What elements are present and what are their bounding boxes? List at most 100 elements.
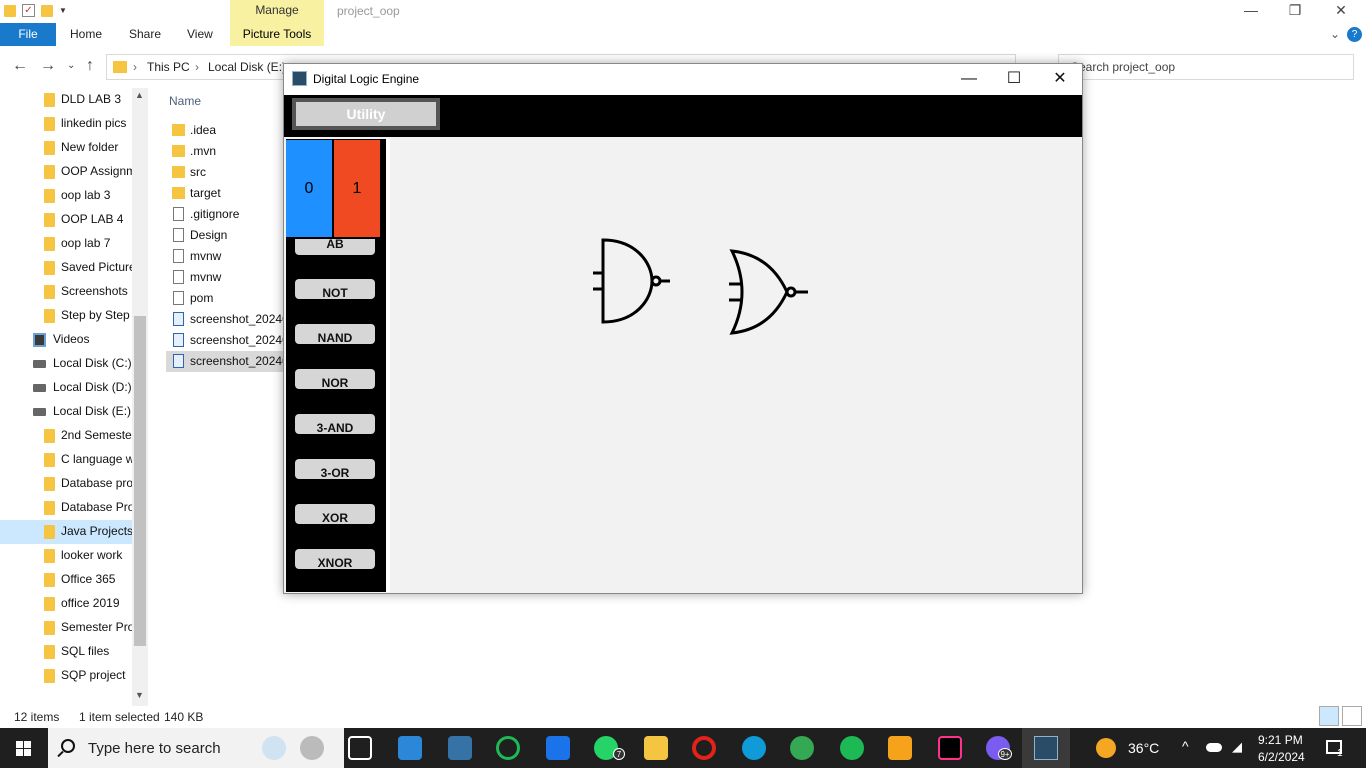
chevron-up-icon[interactable]: ^ <box>1182 738 1189 754</box>
sidebar-item[interactable]: Local Disk (E:) <box>0 400 132 424</box>
up-arrow-icon[interactable]: ↑ <box>86 57 94 75</box>
gate-button-3-or[interactable]: 3-OR <box>295 459 375 479</box>
list-item[interactable]: pom <box>166 288 284 309</box>
sidebar-item[interactable]: C language w <box>0 448 134 472</box>
sidebar-item[interactable]: OOP LAB 4 <box>0 208 132 232</box>
cloud-icon[interactable] <box>1206 743 1222 752</box>
gate-button-3-and[interactable]: 3-AND <box>295 414 375 434</box>
intellij-icon[interactable] <box>938 736 962 760</box>
microscope-icon[interactable] <box>300 736 324 760</box>
sidebar-item[interactable]: Local Disk (D:) <box>0 376 132 400</box>
sidebar-item[interactable]: Screenshots <box>0 280 132 304</box>
sidebar-item[interactable]: OOP Assignm <box>0 160 136 184</box>
search-input[interactable]: Search project_oop <box>1058 54 1354 80</box>
scroll-thumb[interactable] <box>134 316 146 646</box>
list-item[interactable]: .mvn <box>166 141 284 162</box>
tab-view[interactable]: View <box>187 23 213 46</box>
list-item[interactable]: Design <box>166 225 284 246</box>
gate-button-nor[interactable]: NOR <box>295 369 375 389</box>
sidebar-item[interactable]: Database pro <box>0 472 133 496</box>
dle-close-button[interactable]: ✕ <box>1037 64 1083 95</box>
sidebar-item[interactable]: Java Projects <box>0 520 133 544</box>
opera-icon[interactable] <box>692 736 716 760</box>
sidebar-item[interactable]: 2nd Semester <box>0 424 136 448</box>
details-view-icon[interactable] <box>1319 706 1339 726</box>
python-icon[interactable] <box>448 736 472 760</box>
sidebar-item[interactable]: oop lab 3 <box>0 184 132 208</box>
weather-icon[interactable] <box>1096 738 1116 758</box>
scroll-up-icon[interactable]: ▲ <box>135 90 144 100</box>
utility-button[interactable]: Utility <box>292 98 440 130</box>
close-button[interactable]: ✕ <box>1318 0 1364 23</box>
sidebar-item[interactable]: Saved Picture <box>0 256 136 280</box>
sidebar-item[interactable]: SQP project <box>0 664 132 688</box>
sidebar-item[interactable]: looker work <box>0 544 132 568</box>
edge-icon[interactable] <box>742 736 766 760</box>
manage-tab[interactable]: Manage <box>230 0 324 23</box>
task-view-icon[interactable] <box>348 736 372 760</box>
dle-minimize-button[interactable]: — <box>946 64 992 95</box>
new-folder-icon[interactable] <box>41 4 53 17</box>
tab-home[interactable]: Home <box>70 23 102 46</box>
clock-time[interactable]: 9:21 PM <box>1258 733 1303 747</box>
list-item[interactable]: mvnw <box>166 246 284 267</box>
sidebar-item[interactable]: DLD LAB 3 <box>0 88 132 112</box>
gate-button-xnor[interactable]: XNOR <box>295 549 375 569</box>
chrome-icon[interactable] <box>790 736 814 760</box>
recent-locations-icon[interactable]: ⌄ <box>67 60 75 71</box>
bit-zero-button[interactable]: 0 <box>286 140 332 237</box>
app-orange-icon[interactable] <box>888 736 912 760</box>
list-item[interactable]: screenshot_20240 <box>166 351 289 372</box>
temperature[interactable]: 36°C <box>1128 740 1159 756</box>
file-explorer-icon[interactable] <box>644 736 668 760</box>
forward-arrow-icon[interactable]: → <box>40 57 56 75</box>
nor-gate[interactable] <box>729 249 808 335</box>
digital-logic-engine-task[interactable] <box>1022 728 1070 768</box>
gate-button-nand[interactable]: NAND <box>295 324 375 344</box>
sidebar-item[interactable]: office 2019 <box>0 592 132 616</box>
list-item[interactable]: screenshot_20240 <box>166 309 289 330</box>
large-icons-view-icon[interactable] <box>1342 706 1362 726</box>
sidebar-item[interactable]: Semester Pro <box>0 616 134 640</box>
list-item[interactable]: .idea <box>166 120 284 141</box>
dle-maximize-button[interactable]: ☐ <box>991 64 1037 95</box>
gate-button-xor[interactable]: XOR <box>295 504 375 524</box>
sidebar-item[interactable]: Local Disk (C:) <box>0 352 132 376</box>
tab-share[interactable]: Share <box>129 23 161 46</box>
sidebar-item[interactable]: Step by Step I <box>0 304 136 328</box>
science-lab-icon[interactable] <box>262 736 286 760</box>
restore-button[interactable]: ❐ <box>1272 0 1318 23</box>
nand-gate[interactable] <box>593 238 670 324</box>
gate-button-and[interactable]: AB <box>295 239 375 255</box>
chevron-down-icon[interactable]: ⌄ <box>1330 27 1340 41</box>
customize-qat-icon[interactable]: ▼ <box>59 6 67 15</box>
clock-date[interactable]: 6/2/2024 <box>1258 750 1305 764</box>
start-button[interactable] <box>0 728 48 768</box>
breadcrumb-local-disk-e[interactable]: Local Disk (E:) <box>208 60 286 74</box>
sidebar-item[interactable]: linkedin pics <box>0 112 132 136</box>
circuit-canvas[interactable] <box>390 139 1082 592</box>
sidebar-item[interactable]: Office 365 <box>0 568 132 592</box>
nav-scrollbar[interactable]: ▲ ▼ <box>132 88 148 706</box>
sidebar-item[interactable]: New folder <box>0 136 132 160</box>
list-item[interactable]: .gitignore <box>166 204 284 225</box>
sidebar-item[interactable]: SQL files <box>0 640 132 664</box>
sidebar-item[interactable]: oop lab 7 <box>0 232 132 256</box>
spotify-icon[interactable] <box>840 736 864 760</box>
scroll-down-icon[interactable]: ▼ <box>135 690 144 700</box>
bit-one-button[interactable]: 1 <box>334 140 380 237</box>
list-item[interactable]: mvnw <box>166 267 284 288</box>
column-header-name[interactable]: Name <box>169 94 201 108</box>
back-arrow-icon[interactable]: ← <box>12 57 28 75</box>
list-item[interactable]: target <box>166 183 284 204</box>
sidebar-item[interactable]: Videos <box>0 328 132 352</box>
minimize-button[interactable]: — <box>1228 0 1274 23</box>
store-icon[interactable] <box>398 736 422 760</box>
list-item[interactable]: src <box>166 162 284 183</box>
network-icon[interactable]: ◢ <box>1232 739 1242 755</box>
breadcrumb-this-pc[interactable]: This PC <box>147 60 190 74</box>
tab-file[interactable]: File <box>0 23 56 46</box>
app-circle-icon[interactable] <box>496 736 520 760</box>
sidebar-item[interactable]: Database Pro <box>0 496 134 520</box>
tab-picture-tools[interactable]: Picture Tools <box>230 23 324 46</box>
